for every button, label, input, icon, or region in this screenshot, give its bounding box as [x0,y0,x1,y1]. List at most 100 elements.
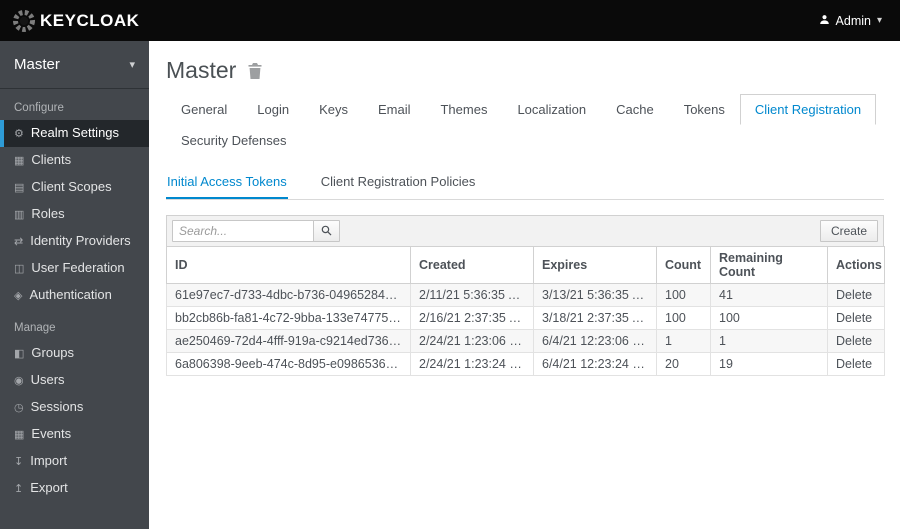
sidebar-item-client-scopes[interactable]: ▤ Client Scopes [0,174,149,201]
token-created: 2/16/21 2:37:35 AM [410,306,534,330]
tab-localization[interactable]: Localization [502,94,601,125]
main-content: Master General Login Keys Email Themes L… [149,41,900,529]
sidebar-item-import[interactable]: ↧ Import [0,448,149,475]
search-icon [321,224,332,239]
token-count: 20 [656,352,711,376]
sidebar-item-authentication[interactable]: ◈ Authentication [0,282,149,309]
delete-token-button[interactable]: Delete [836,288,872,302]
sidebar-item-realm-settings[interactable]: ⚙ Realm Settings [0,120,149,147]
table-row: ae250469-72d4-4fff-919a-c9214ed73682 2/2… [166,329,885,353]
user-menu-label: Admin [835,13,871,28]
tab-email[interactable]: Email [363,94,426,125]
delete-token-button[interactable]: Delete [836,357,872,371]
search-button[interactable] [313,220,340,242]
tab-client-registration[interactable]: Client Registration [739,94,877,125]
delete-realm-button[interactable] [248,62,262,79]
realm-tabs-row-2: Security Defenses [166,125,884,156]
user-icon [819,14,830,28]
sidebar-item-identity-providers[interactable]: ⇄ Identity Providers [0,228,149,255]
sidebar-item-sessions[interactable]: ◷ Sessions [0,394,149,421]
exchange-icon: ⇄ [14,236,24,248]
sidebar-item-label: Sessions [30,399,84,414]
realm-selector[interactable]: Master ▾ [0,41,149,89]
calendar-icon: ▦ [14,429,25,441]
tab-login[interactable]: Login [242,94,304,125]
token-id: 61e97ec7-d733-4dbc-b736-049652847a98 [166,283,411,307]
sidebar-item-label: Authentication [29,287,112,302]
token-remaining-count: 100 [710,306,828,330]
sidebar-item-label: Realm Settings [30,125,120,140]
database-icon: ◫ [14,263,25,275]
import-icon: ↧ [14,456,24,468]
keycloak-brand[interactable]: KEYCLOAK [12,9,139,33]
sidebar-item-groups[interactable]: ◧ Groups [0,340,149,367]
sidebar-item-roles[interactable]: ▥ Roles [0,201,149,228]
sidebar-item-events[interactable]: ▦ Events [0,421,149,448]
tab-general[interactable]: General [166,94,242,125]
create-button[interactable]: Create [819,220,878,242]
table-row: bb2cb86b-fa81-4c72-9bba-133e7477507c 2/1… [166,306,885,330]
token-remaining-count: 41 [710,283,828,307]
search-input[interactable] [172,220,314,242]
sidebar-item-label: Export [30,480,68,495]
subtab-client-registration-policies[interactable]: Client Registration Policies [320,166,477,199]
sidebar-item-label: User Federation [31,260,125,275]
sidebar-item-export[interactable]: ↥ Export [0,475,149,502]
client-registration-subtabs: Initial Access Tokens Client Registratio… [166,166,884,200]
cubes-icon: ▤ [14,182,25,194]
realm-selector-label: Master [14,56,60,73]
token-created: 2/11/21 5:36:35 AM [410,283,534,307]
sidebar-item-users[interactable]: ◉ Users [0,367,149,394]
subtab-initial-access-tokens[interactable]: Initial Access Tokens [166,166,288,199]
token-count: 100 [656,306,711,330]
token-id: bb2cb86b-fa81-4c72-9bba-133e7477507c [166,306,411,330]
sidebar: Master ▾ Configure ⚙ Realm Settings ▦ Clie… [0,41,149,529]
token-expires: 3/18/21 2:37:35 AM [533,306,657,330]
token-expires: 6/4/21 12:23:06 PM [533,329,657,353]
user-icon: ◉ [14,375,24,387]
sidebar-item-clients[interactable]: ▦ Clients [0,147,149,174]
sidebar-item-label: Roles [31,206,65,221]
brand-text: KEYCLOAK [40,10,140,30]
column-header-count: Count [656,246,711,284]
token-remaining-count: 19 [710,352,828,376]
chevron-down-icon: ▾ [876,15,882,26]
delete-token-button[interactable]: Delete [836,334,872,348]
token-created: 2/24/21 1:23:24 PM [410,352,534,376]
tab-cache[interactable]: Cache [601,94,669,125]
notebook-icon: ▥ [14,209,25,221]
export-icon: ↥ [14,483,24,495]
sliders-icon: ⚙ [14,128,24,140]
sidebar-item-label: Client Scopes [31,179,112,194]
token-count: 1 [656,329,711,353]
table-toolbar: Create [166,215,884,246]
tab-security-defenses[interactable]: Security Defenses [166,125,302,156]
delete-token-button[interactable]: Delete [836,311,872,325]
users-icon: ◧ [14,348,25,360]
keycloak-admin-console: KEYCLOAK Admin ▾ Master ▾ Configure ⚙ Rea… [0,0,900,529]
token-expires: 3/13/21 5:36:35 AM [533,283,657,307]
sidebar-item-label: Clients [31,152,72,167]
user-menu[interactable]: Admin ▾ [819,14,882,28]
clock-icon: ◷ [14,402,24,414]
table-header-row: ID Created Expires Count Remaining Count… [166,246,885,284]
cube-icon: ▦ [14,155,25,167]
tab-tokens[interactable]: Tokens [669,94,740,125]
sidebar-item-label: Groups [31,345,75,360]
table-row: 6a806398-9eeb-474c-8d95-e0986536a74c 2/2… [166,352,885,376]
sidebar-item-user-federation[interactable]: ◫ User Federation [0,255,149,282]
column-header-id: ID [166,246,411,284]
sidebar-item-label: Users [30,372,65,387]
sidebar-item-label: Events [31,426,72,441]
token-count: 100 [656,283,711,307]
tab-keys[interactable]: Keys [304,94,363,125]
token-expires: 6/4/21 12:23:24 PM [533,352,657,376]
sidebar-item-label: Identity Providers [30,233,131,248]
tab-themes[interactable]: Themes [425,94,502,125]
chevron-down-icon: ▾ [129,59,135,71]
top-bar: KEYCLOAK Admin ▾ [0,0,900,41]
keycloak-logo-icon [12,9,36,33]
column-header-created: Created [410,246,534,284]
sidebar-item-label: Import [30,453,68,468]
token-id: 6a806398-9eeb-474c-8d95-e0986536a74c [166,352,411,376]
